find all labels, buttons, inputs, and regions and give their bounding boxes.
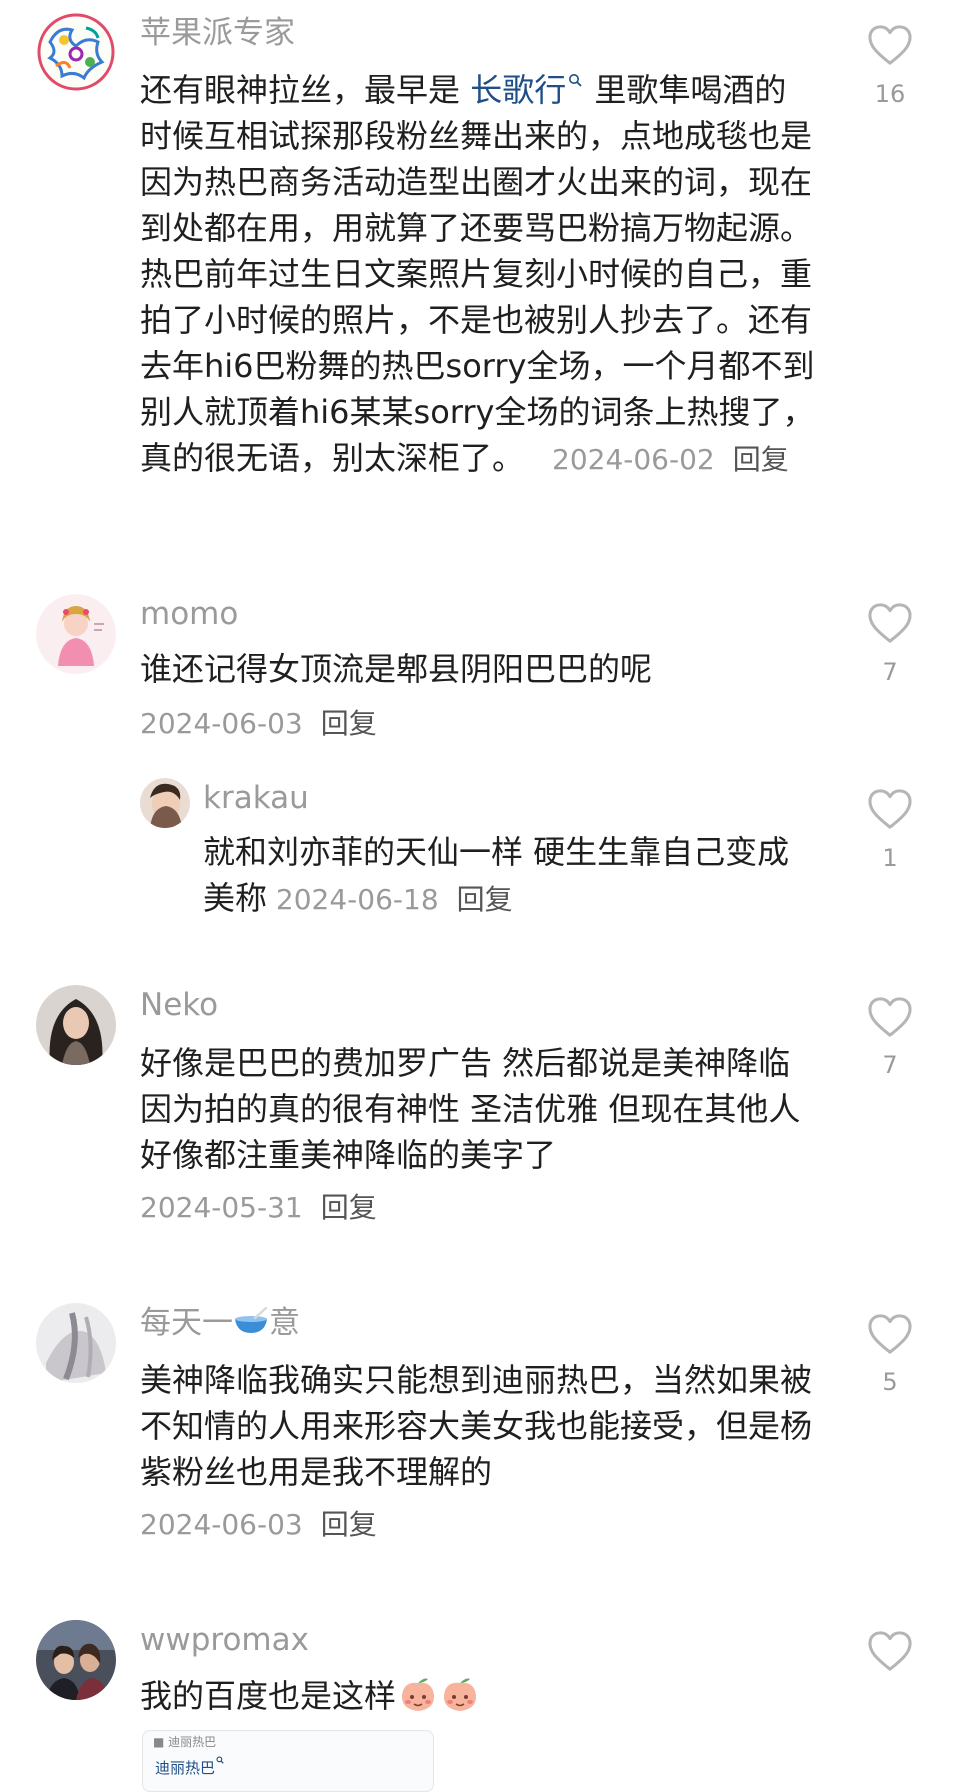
heart-icon[interactable] xyxy=(867,1630,913,1672)
username[interactable]: Neko xyxy=(140,985,218,1025)
search-link[interactable]: 长歌行 xyxy=(470,71,584,109)
thumbnail-header: ■ 迪丽热巴 xyxy=(153,1735,217,1749)
search-icon xyxy=(569,74,582,87)
thumbnail-tag-text: 迪丽热巴 xyxy=(155,1759,216,1777)
reply-button[interactable]: 回复 xyxy=(321,1508,377,1541)
like-count: 5 xyxy=(882,1368,898,1396)
like-count: 1 xyxy=(882,844,898,872)
user-avatar[interactable] xyxy=(36,1303,116,1383)
username[interactable]: krakau xyxy=(203,778,309,818)
comment-text-part: 还有眼神拉丝，最早是 xyxy=(140,71,471,109)
comment-meta: 2024-06-03 回复 xyxy=(140,1505,377,1545)
comment-meta: 2024-06-03 回复 xyxy=(140,704,377,744)
photo-avatar-icon xyxy=(140,778,190,828)
user-avatar[interactable] xyxy=(36,594,116,674)
thumbnail-tag: 迪丽热巴 xyxy=(143,1752,433,1782)
search-link-text: 长歌行 xyxy=(470,71,567,109)
reply-button[interactable]: 回复 xyxy=(321,1191,377,1224)
username[interactable]: momo xyxy=(140,594,238,634)
comment-date: 2024-06-02 xyxy=(552,443,715,476)
dark-hair-avatar-icon xyxy=(36,985,116,1065)
heart-icon[interactable] xyxy=(867,788,913,830)
heart-icon[interactable] xyxy=(867,1313,913,1355)
comment-date: 2024-06-18 xyxy=(275,883,439,916)
comment-meta: 2024-06-02 回复 xyxy=(534,443,789,476)
username-part: 意 xyxy=(269,1305,300,1341)
search-icon xyxy=(216,1756,224,1764)
comment-meta: 2024-05-31 回复 xyxy=(140,1188,377,1228)
attached-image[interactable]: ■ 迪丽热巴 迪丽热巴 xyxy=(142,1730,434,1792)
user-avatar[interactable] xyxy=(36,12,116,92)
comment-date: 2024-06-03 xyxy=(140,707,303,740)
comment-text: 就和刘亦菲的天仙一样 硬生生靠自己变成美称 2024-06-18 回复 xyxy=(203,829,813,923)
user-avatar[interactable] xyxy=(36,985,116,1065)
reply-button[interactable]: 回复 xyxy=(321,707,377,740)
reply-button[interactable]: 回复 xyxy=(457,883,513,916)
peach-emoji-icon xyxy=(401,1678,435,1711)
username[interactable]: 每天一意 xyxy=(140,1303,300,1343)
group-photo-avatar-icon xyxy=(36,1620,116,1700)
comment-text-part: 我的百度也是这样 xyxy=(140,1677,397,1715)
comment-text: 还有眼神拉丝，最早是 长歌行 里歌隼喝酒的时候互相试探那段粉丝舞出来的，点地成毯… xyxy=(140,67,815,483)
peach-emoji-icon xyxy=(443,1678,477,1711)
username[interactable]: 苹果派专家 xyxy=(140,13,295,53)
pink-illustration-avatar-icon xyxy=(36,594,116,674)
user-avatar[interactable] xyxy=(36,1620,116,1700)
like-count: 16 xyxy=(874,80,906,108)
comment-text: 我的百度也是这样 xyxy=(140,1673,815,1719)
heart-icon[interactable] xyxy=(867,602,913,644)
heart-icon[interactable] xyxy=(867,996,913,1038)
like-count: 7 xyxy=(882,1051,898,1079)
comment-text-part: 里歌隼喝酒的时候互相试探那段粉丝舞出来的，点地成毯也是因为热巴商务活动造型出圈才… xyxy=(140,71,815,477)
user-avatar[interactable] xyxy=(140,778,190,828)
username[interactable]: wwpromax xyxy=(140,1620,309,1660)
grey-blur-avatar-icon xyxy=(36,1303,116,1383)
bowl-emoji-icon xyxy=(235,1307,268,1333)
username-part: 每天一 xyxy=(140,1305,233,1341)
heart-icon[interactable] xyxy=(867,24,913,66)
comment-text: 好像是巴巴的费加罗广告 然后都说是美神降临 因为拍的真的很有神性 圣洁优雅 但现… xyxy=(140,1044,801,1174)
colorful-doodle-avatar-icon xyxy=(36,12,116,92)
comment-text: 美神降临我确实只能想到迪丽热巴，当然如果被不知情的人用来形容大美女我也能接受，但… xyxy=(140,1361,813,1491)
comment-text: 谁还记得女顶流是郫县阴阳巴巴的呢 xyxy=(140,650,653,688)
like-count: 7 xyxy=(882,658,898,686)
reply-button[interactable]: 回复 xyxy=(733,443,789,476)
comment-meta: 2024-06-18 回复 xyxy=(267,883,513,916)
comment-date: 2024-06-03 xyxy=(140,1508,303,1541)
comment-date: 2024-05-31 xyxy=(140,1191,303,1224)
